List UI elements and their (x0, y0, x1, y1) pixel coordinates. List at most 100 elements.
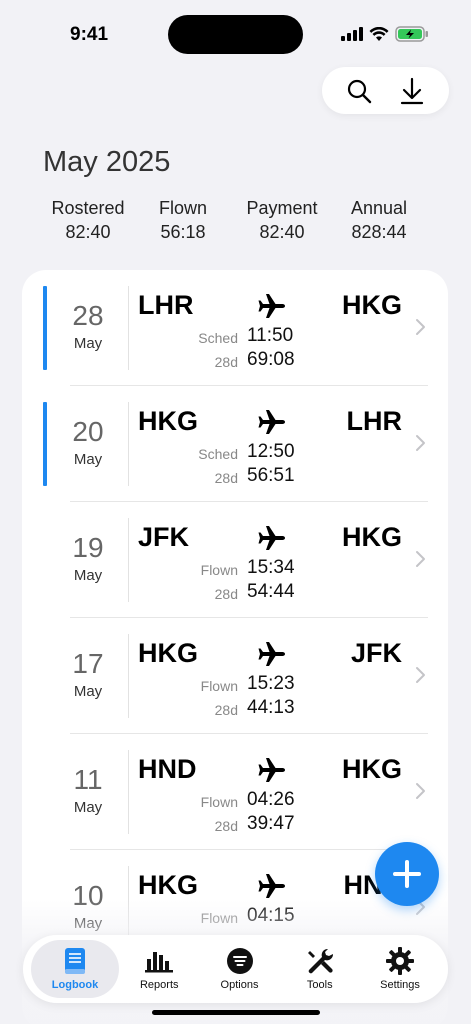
plus-icon (393, 860, 421, 888)
flight-row[interactable]: 28 May LHR HKG Sched 11:50 28d 69:08 (22, 270, 448, 386)
flight-date: 20 May (56, 416, 120, 468)
destination-airport: JFK (350, 638, 402, 668)
summary-label: Payment (246, 198, 318, 218)
tab-label: Options (220, 979, 259, 991)
flight-row[interactable]: 20 May HKG LHR Sched 12:50 28d 56:51 (22, 386, 448, 502)
destination-airport: HKG (342, 522, 402, 552)
summary-value: 828:44 (351, 222, 407, 242)
block-time: 12:50 (247, 441, 295, 462)
home-indicator (152, 1010, 320, 1015)
flight-day: 28 (72, 300, 104, 331)
flight-status-label: Flown (200, 562, 238, 578)
options-icon (226, 948, 253, 974)
status-icons (341, 26, 429, 42)
chevron-right-icon (414, 318, 426, 336)
scheduled-indicator (43, 286, 47, 370)
origin-airport: HND (138, 754, 197, 784)
origin-airport: HKG (138, 406, 198, 436)
origin-airport: JFK (138, 522, 190, 552)
airplane-icon (258, 872, 286, 900)
airplane-icon (258, 640, 286, 668)
airplane-icon (258, 292, 286, 320)
flight-date: 17 May (56, 648, 120, 700)
airplane-icon (258, 524, 286, 552)
logbook-icon (65, 948, 85, 974)
summary-value: 82:40 (65, 222, 111, 242)
summary-rostered: Rostered 82:40 (30, 198, 146, 243)
tab-label: Tools (306, 979, 333, 991)
page-title: May 2025 (43, 146, 171, 178)
flight-month: May (73, 451, 103, 468)
scheduled-indicator (43, 402, 47, 486)
summary-label: Flown (158, 198, 207, 218)
tab-label: Logbook (51, 979, 99, 991)
block-time: 15:34 (247, 557, 295, 578)
period-total: 44:13 (247, 697, 295, 718)
summary-value: 56:18 (160, 222, 206, 242)
period-label: 28d (214, 354, 238, 370)
row-separator (128, 634, 129, 718)
period-total: 39:47 (247, 813, 295, 834)
origin-airport: HKG (138, 870, 198, 900)
row-separator (128, 518, 129, 602)
origin-airport: LHR (138, 290, 194, 320)
destination-airport: HKG (342, 290, 402, 320)
summary-value: 82:40 (259, 222, 305, 242)
tab-logbook[interactable]: Logbook (31, 940, 119, 998)
summary-stats: Rostered 82:40 Flown 56:18 Payment 82:40… (30, 198, 430, 243)
destination-airport: LHR (346, 406, 403, 436)
search-button[interactable] (343, 75, 375, 107)
row-separator (128, 286, 129, 370)
summary-annual: Annual 828:44 (344, 198, 414, 243)
period-total: 69:08 (247, 349, 295, 370)
period-label: 28d (214, 818, 238, 834)
flight-status-label: Sched (198, 330, 238, 346)
top-actions (322, 67, 449, 114)
period-label: 28d (214, 586, 238, 602)
wifi-icon (369, 26, 389, 41)
chevron-right-icon (414, 550, 426, 568)
flight-day: 11 (73, 764, 103, 795)
flight-month: May (73, 799, 103, 816)
tab-reports[interactable]: Reports (119, 940, 199, 998)
period-label: 28d (214, 702, 238, 718)
airplane-icon (258, 408, 286, 436)
add-flight-button[interactable] (375, 842, 439, 906)
flight-row[interactable]: 17 May HKG JFK Flown 15:23 28d 44:13 (22, 618, 448, 734)
period-label: 28d (214, 470, 238, 486)
status-bar: 9:41 (0, 0, 471, 70)
chevron-right-icon (414, 434, 426, 452)
summary-flown: Flown 56:18 (146, 198, 220, 243)
summary-label: Annual (350, 198, 408, 218)
signal-icon (341, 27, 363, 41)
flight-month: May (73, 683, 103, 700)
row-separator (128, 402, 129, 486)
flight-row[interactable]: 11 May HND HKG Flown 04:26 28d 39:47 (22, 734, 448, 850)
tab-tools[interactable]: Tools (280, 940, 360, 998)
battery-charging-icon (395, 26, 428, 42)
flight-row[interactable]: 19 May JFK HKG Flown 15:34 28d 54:44 (22, 502, 448, 618)
tab-bar: Logbook Reports Options Tools Settings (23, 935, 448, 1003)
flight-day: 20 (72, 416, 104, 447)
block-time: 04:26 (247, 789, 295, 810)
chevron-right-icon (414, 666, 426, 684)
tab-settings[interactable]: Settings (360, 940, 440, 998)
tab-label: Settings (380, 979, 420, 991)
dynamic-island (168, 15, 303, 54)
download-button[interactable] (396, 75, 428, 107)
airplane-icon (258, 756, 286, 784)
block-time: 11:50 (247, 325, 294, 346)
flight-month: May (73, 335, 103, 352)
block-time: 15:23 (247, 673, 295, 694)
wrench-icon (307, 948, 333, 974)
flight-day: 17 (72, 648, 104, 679)
chevron-right-icon (414, 782, 426, 800)
status-time: 9:41 (70, 24, 109, 45)
row-separator (128, 750, 129, 834)
download-icon (401, 77, 424, 104)
period-total: 54:44 (247, 581, 295, 602)
tab-options[interactable]: Options (200, 940, 280, 998)
gear-icon (386, 947, 414, 975)
destination-airport: HKG (342, 754, 402, 784)
flight-status-label: Flown (200, 794, 238, 810)
